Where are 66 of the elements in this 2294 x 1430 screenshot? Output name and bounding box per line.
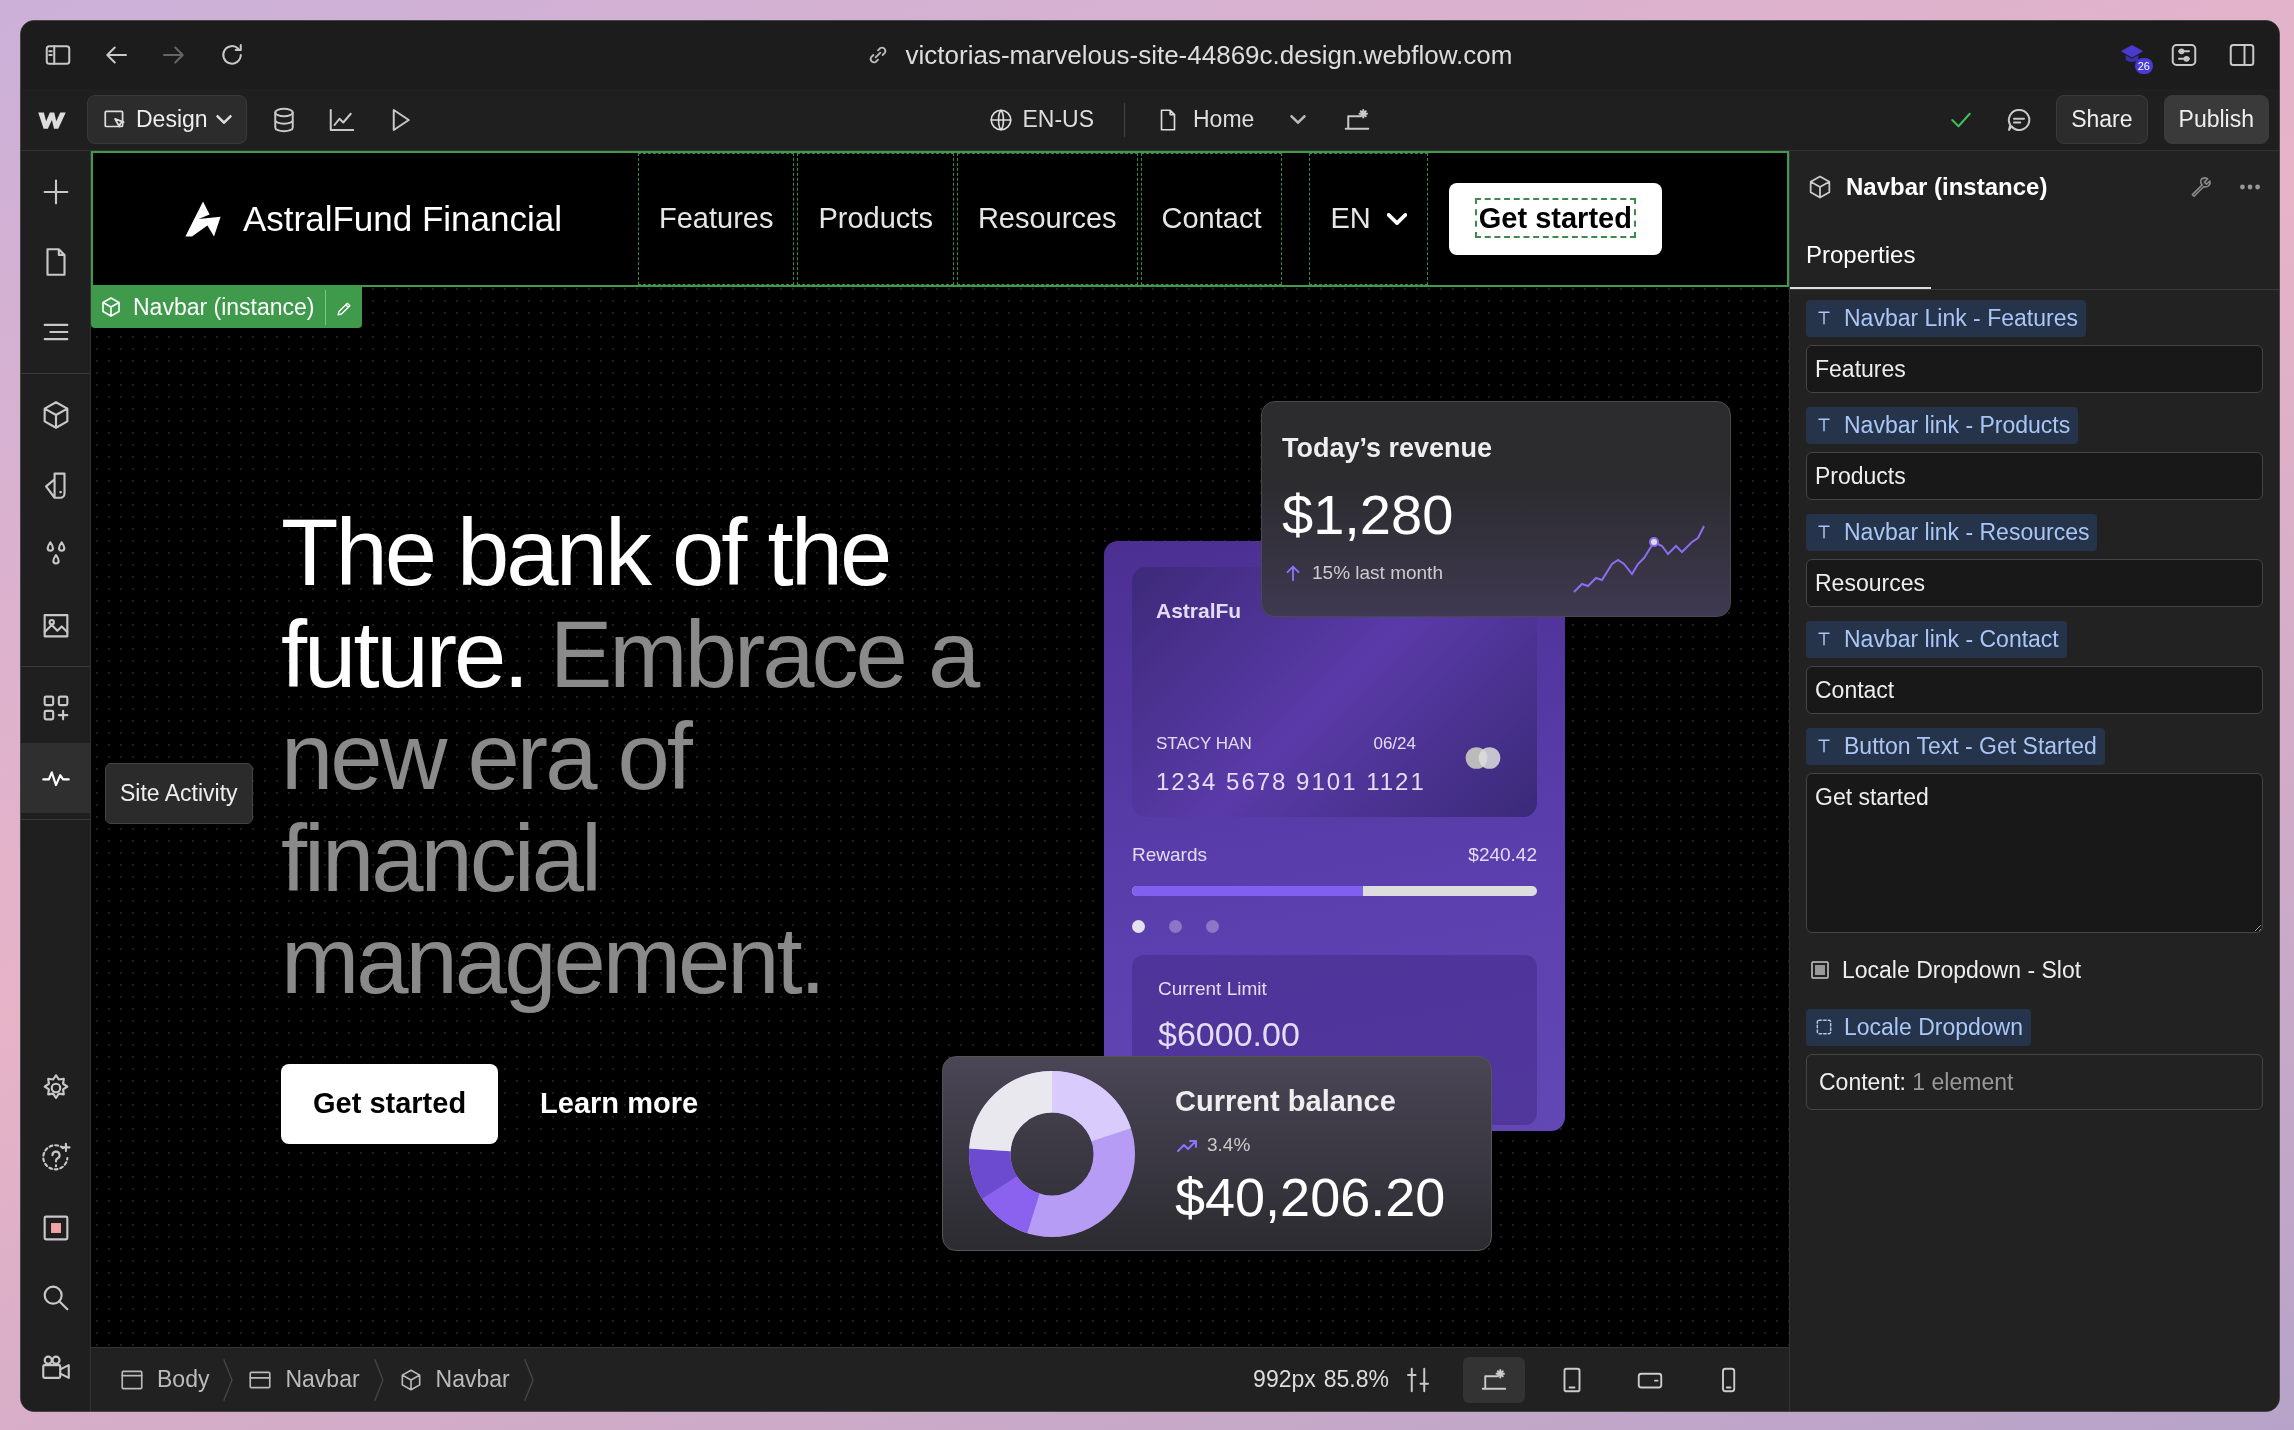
rewards-value: $240.42 xyxy=(1468,843,1537,867)
panel-tab[interactable]: Properties xyxy=(1790,223,1932,289)
card-number: 1234 5678 9101 1121 xyxy=(1156,767,1427,797)
limit-label: Current Limit xyxy=(1158,976,1268,1001)
card-brand: AstralFu xyxy=(1156,598,1243,624)
breadcrumb[interactable]: Navbar xyxy=(233,1362,374,1397)
property-name: Navbar link - Resources xyxy=(1844,518,2090,547)
chevron-down-icon xyxy=(215,115,232,124)
selection-label[interactable]: Navbar (instance) xyxy=(91,287,362,328)
locale-selector[interactable]: EN-US xyxy=(982,96,1100,143)
rewards-label: Rewards xyxy=(1132,843,1207,867)
tooltip: Site Activity xyxy=(105,763,253,824)
text-input[interactable]: Features xyxy=(1806,344,2263,393)
card-title: Current balance xyxy=(1175,1083,1396,1119)
share-button[interactable]: Share xyxy=(2056,95,2148,144)
breadcrumb-separator-icon xyxy=(373,1357,384,1402)
content-summary: Content: 1 element xyxy=(1806,1053,2263,1110)
property-name: Button Text - Get Started xyxy=(1844,732,2097,761)
carousel-dot[interactable] xyxy=(1169,919,1182,933)
nav-link[interactable]: Products xyxy=(797,153,954,285)
carousel-dot[interactable] xyxy=(1206,919,1219,933)
language-dropdown[interactable]: EN xyxy=(1309,153,1428,285)
cube-icon xyxy=(99,295,123,320)
text-input[interactable]: Contact xyxy=(1806,665,2263,714)
revenue-amount: $1,280 xyxy=(1282,486,1454,543)
nav-link[interactable]: Features xyxy=(638,153,795,285)
hero-heading: The bank of the future. Embrace a new era of financial management. xyxy=(281,502,980,1012)
change-text: 3.4% xyxy=(1207,1133,1251,1158)
breakpoint-button[interactable] xyxy=(1463,1356,1525,1403)
url-text: victorias-marvelous-site-44869c.design.webflow.com xyxy=(905,38,1513,72)
panel-title: Navbar (instance) xyxy=(1846,172,2049,202)
brand-name: AstralFund Financial xyxy=(243,197,563,240)
carousel-dot[interactable] xyxy=(1132,919,1145,933)
slot-label: Locale Dropdown - Slot xyxy=(1842,955,2082,985)
text-input[interactable]: Resources xyxy=(1806,558,2263,607)
limit-amount: $6000.00 xyxy=(1158,1014,1300,1055)
badge-count: 26 xyxy=(2134,57,2153,74)
sidebar-button[interactable] xyxy=(21,743,90,813)
page-selector[interactable]: Home xyxy=(1149,96,1313,143)
nav-link[interactable]: Resources xyxy=(956,153,1138,285)
text-input[interactable]: Products xyxy=(1806,451,2263,500)
nav-link[interactable]: Contact xyxy=(1140,153,1283,285)
breadcrumb-separator-icon xyxy=(523,1357,534,1402)
property-name: Navbar Link - Features xyxy=(1844,304,2078,333)
breadcrumb[interactable]: Navbar xyxy=(383,1362,524,1397)
publish-button[interactable]: Publish xyxy=(2163,95,2269,144)
balance-amount: $40,206.20 xyxy=(1175,1167,1446,1228)
get-started-button[interactable]: Get started xyxy=(281,1064,499,1144)
card-title: Today’s revenue xyxy=(1282,432,1494,465)
chevron-down-icon xyxy=(1290,115,1307,124)
breadcrumb[interactable]: Body xyxy=(105,1362,224,1397)
canvas-width: 992px xyxy=(1253,1365,1316,1395)
property-name: Navbar link - Products xyxy=(1844,411,2071,440)
text-area[interactable]: Get started xyxy=(1806,772,2263,933)
learn-more-link[interactable]: Learn more xyxy=(534,1081,705,1127)
property-name: Locale Dropdown xyxy=(1844,1013,2023,1042)
change-text: 15% last month xyxy=(1312,560,1443,585)
selection-label-text: Navbar (instance) xyxy=(133,293,315,322)
property-name: Navbar link - Contact xyxy=(1844,625,2059,654)
design-mode-dropdown[interactable]: Design xyxy=(87,95,247,144)
card-expiry: 06/24 xyxy=(1373,732,1416,755)
breadcrumb-separator-icon xyxy=(223,1357,234,1402)
get-started-button[interactable]: Get started xyxy=(1448,183,1662,255)
card-holder: STACY HAN xyxy=(1156,732,1252,755)
zoom-level: 85.8% xyxy=(1323,1365,1389,1395)
chevron-down-icon xyxy=(1386,213,1407,225)
